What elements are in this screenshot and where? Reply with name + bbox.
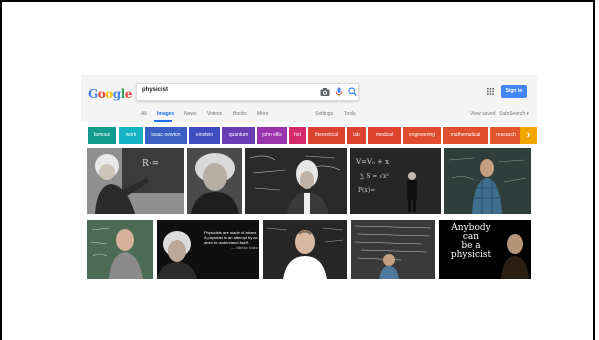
search-input[interactable]: physicist [142, 87, 168, 93]
chip-research[interactable]: research [490, 127, 522, 144]
svg-text:R·=: R·= [142, 159, 159, 169]
search-box[interactable]: physicist [136, 83, 359, 101]
tab-videos[interactable]: Videos [207, 111, 222, 117]
chip-work[interactable]: work [119, 127, 143, 144]
svg-text:V=V₀ + x: V=V₀ + x [355, 158, 389, 166]
view-saved-link[interactable]: View saved [470, 111, 495, 117]
image-result[interactable]: Anybody can be a physicist [439, 220, 531, 279]
tab-news[interactable]: News [184, 111, 197, 117]
einstein-blackboard-photo: R·= [87, 148, 184, 214]
active-tab-indicator [154, 120, 172, 122]
image-result[interactable] [263, 220, 347, 279]
chip-john-ellis[interactable]: john ellis [257, 127, 287, 144]
tab-images[interactable]: Images [157, 111, 174, 117]
image-result[interactable] [351, 220, 435, 279]
chip-hot[interactable]: hot [289, 127, 306, 144]
quote-text: Physicists are made of atoms. A physicis… [204, 230, 258, 250]
svg-text:P(x)=: P(x)= [358, 187, 375, 194]
logo-letter: e [124, 87, 133, 101]
settings-link[interactable]: Settings [315, 111, 333, 117]
sign-in-button[interactable]: Sign in [501, 85, 527, 98]
quote-attribution: — Michio Kaku [231, 245, 258, 250]
image-result[interactable]: V=V₀ + x ∑ S = √x² P(x)= [350, 148, 441, 214]
kaku-equations-photo [245, 148, 347, 214]
microphone-icon[interactable] [335, 87, 343, 97]
chip-medical[interactable]: medical [368, 127, 401, 144]
image-result[interactable]: Physicists are made of atoms. A physicis… [157, 220, 259, 279]
physicist-at-chalkboard-photo: V=V₀ + x ∑ S = √x² P(x)= [350, 148, 441, 214]
related-search-chips: famous work isaac newton einstein quantu… [88, 127, 537, 144]
google-images-page: Google physicist Sign in All Images News… [81, 75, 537, 283]
search-icon[interactable] [348, 87, 357, 97]
safesearch-dropdown[interactable]: SafeSearch ▾ [499, 111, 529, 117]
chip-famous[interactable]: famous [88, 127, 116, 144]
child-at-blackboard-photo [351, 220, 435, 279]
image-result[interactable]: R·= [87, 148, 184, 214]
einstein-portrait-photo [187, 148, 242, 214]
image-result[interactable] [87, 220, 153, 279]
chip-mathematical[interactable]: mathematical [443, 127, 488, 144]
image-result[interactable] [444, 148, 531, 214]
chip-quantum[interactable]: quantum [222, 127, 255, 144]
logo-letter: G [88, 87, 98, 101]
apps-grid-icon[interactable] [487, 88, 494, 95]
chip-theoretical[interactable]: theoretical [308, 127, 345, 144]
tab-all[interactable]: All [141, 111, 147, 117]
physicist-smiling-photo [263, 220, 347, 279]
camera-icon[interactable] [320, 87, 330, 97]
tab-books[interactable]: Books [233, 111, 247, 117]
screenshot-frame: Google physicist Sign in All Images News… [0, 0, 595, 340]
physicist-green-board-photo [87, 220, 153, 279]
logo-letter: g [112, 87, 121, 101]
logo-letter: o [105, 87, 113, 101]
physicist-plaid-shirt-photo [444, 148, 531, 214]
poster-text: Anybody can be a physicist [441, 224, 501, 260]
chip-isaac-newton[interactable]: isaac newton [145, 127, 187, 144]
google-doodle-logo[interactable]: Google [88, 83, 132, 105]
tab-more[interactable]: More [257, 111, 268, 117]
tools-link[interactable]: Tools [344, 111, 356, 117]
image-result[interactable] [187, 148, 242, 214]
image-result[interactable] [245, 148, 347, 214]
poster-line: physicist [450, 250, 492, 260]
chip-einstein[interactable]: einstein [189, 127, 220, 144]
svg-text:∑ S = √x²: ∑ S = √x² [360, 173, 389, 180]
chip-lab[interactable]: lab [347, 127, 366, 144]
chips-next-arrow-icon[interactable]: › [520, 127, 537, 144]
chip-engineering[interactable]: engineering [403, 127, 441, 144]
